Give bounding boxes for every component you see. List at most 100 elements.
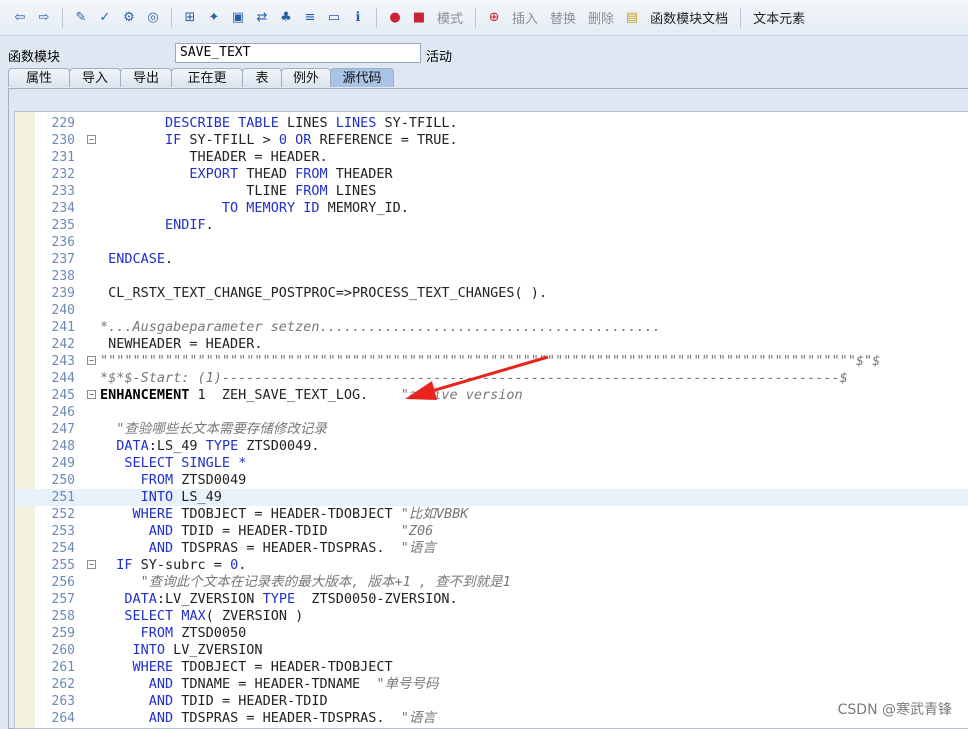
code-text: *...Ausgabeparameter setzen.............… [100,319,661,335]
fold-toggle-icon[interactable]: − [87,356,96,365]
code-text: DATA:LS_49 TYPE ZTSD0049. [116,438,320,454]
tab-tables[interactable]: 表 [242,68,282,87]
tab-changing[interactable]: 正在更改 [171,68,243,105]
replace-button[interactable]: 替换 [550,8,576,27]
code-line[interactable]: 257 DATA:LV_ZVERSION TYPE ZTSD0050-ZVERS… [15,591,968,608]
code-line[interactable]: 233 TLINE FROM LINES [15,183,968,200]
text-elements-button[interactable]: 文本元素 [753,8,805,27]
code-line[interactable]: 246 [15,404,968,421]
code-line[interactable]: 250 FROM ZTSD0049 [15,472,968,489]
tab-exceptions[interactable]: 例外 [281,68,331,87]
code-line[interactable]: 260 INTO LV_ZVERSION [15,642,968,659]
function-module-docs-button[interactable]: 函数模块文档 [650,8,728,27]
code-line[interactable]: 236 [15,234,968,251]
code-line[interactable]: 235 ENDIF. [15,217,968,234]
line-number: 262 [51,677,75,692]
code-line[interactable]: 244 *$*$-Start: (1)----------------------… [15,370,968,387]
code-line[interactable]: 253 AND TDID = HEADER-TDID "Z06 [15,523,968,540]
code-text: THEADER = HEADER. [100,149,328,165]
code-line[interactable]: 243 − """"""""""""""""""""""""""""""""""""… [15,353,968,370]
back-arrow-icon[interactable]: ⇦ [11,9,29,27]
code-editor[interactable]: 229 DESCRIBE TABLE LINES LINES SY-TFILL.… [14,111,968,729]
tree-icon[interactable]: ♣ [277,9,295,27]
code-line[interactable]: 237 ENDCASE. [15,251,968,268]
delete-button[interactable]: 删除 [588,8,614,27]
code-line[interactable]: 252 WHERE TDOBJECT = HEADER-TDOBJECT "比如… [15,506,968,523]
code-line[interactable]: 251 INTO LS_49 [15,489,968,506]
pencil-glasses-icon[interactable]: ✎ [72,9,90,27]
code-text: *$*$-Start: (1)-------------------------… [100,370,848,386]
code-line[interactable]: 234 TO MEMORY ID MEMORY_ID. [15,200,968,217]
line-number: 258 [51,609,75,624]
code-line[interactable]: 240 [15,302,968,319]
code-text: FROM ZTSD0050 [140,625,247,641]
code-line[interactable]: 254 AND TDSPRAS = HEADER-TDSPRAS. "语言 [15,540,968,557]
tab-attributes[interactable]: 属性 [8,68,70,87]
monitor-icon[interactable]: ▣ [229,9,247,27]
code-line[interactable]: 258 SELECT MAX( ZVERSION ) [15,608,968,625]
pattern-icon[interactable]: ⊕ [485,9,503,27]
code-line[interactable]: 245 − ENHANCEMENT 1 ZEH_SAVE_TEXT_LOG. "ac… [15,387,968,404]
info-icon[interactable]: ℹ [349,9,367,27]
code-line[interactable]: 232 EXPORT THEAD FROM THEADER [15,166,968,183]
code-text: "查验哪些长文本需要存储修改记录 [116,421,327,437]
function-module-header: 函数模块 SAVE_TEXT 活动 [0,40,968,66]
code-line[interactable]: 230 − IF SY-TFILL > 0 OR REFERENCE = TRUE… [15,132,968,149]
toolbar-separator [171,7,172,28]
target-icon[interactable]: ◎ [144,9,162,27]
hierarchy-icon[interactable]: ⊞ [181,9,199,27]
insert-button[interactable]: 插入 [512,8,538,27]
line-number: 239 [51,286,75,301]
code-line[interactable]: 249 SELECT SINGLE * [15,455,968,472]
line-number: 248 [51,439,75,454]
code-line[interactable]: 231 THEADER = HEADER. [15,149,968,166]
align-icon[interactable]: ≡ [301,9,319,27]
code-line[interactable]: 264 AND TDSPRAS = HEADER-TDSPRAS. "语言 [15,710,968,727]
code-line[interactable]: 262 AND TDNAME = HEADER-TDNAME "单号号码 [15,676,968,693]
fold-toggle-icon[interactable]: − [87,560,96,569]
code-line[interactable]: 241 *...Ausgabeparameter setzen..........… [15,319,968,336]
code-line[interactable]: 229 DESCRIBE TABLE LINES LINES SY-TFILL. [15,115,968,132]
function-module-field[interactable]: SAVE_TEXT [175,43,421,63]
forward-arrow-icon[interactable]: ⇨ [35,9,53,27]
code-line[interactable]: 255 − IF SY-subrc = 0. [15,557,968,574]
line-number: 256 [51,575,75,590]
code-line[interactable]: 247 "查验哪些长文本需要存储修改记录 [15,421,968,438]
transfer-icon[interactable]: ⇄ [253,9,271,27]
code-line[interactable]: 238 [15,268,968,285]
fold-toggle-icon[interactable]: − [87,135,96,144]
code-text: AND TDID = HEADER-TDID "Z06 [148,523,434,539]
code-line[interactable]: 239 CL_RSTX_TEXT_CHANGE_POSTPROC=>PROCES… [15,285,968,302]
code-text: ENDIF. [165,217,214,233]
tab-source-code[interactable]: 源代码 [330,68,394,87]
stop-icon[interactable]: ■ [410,9,428,27]
code-line[interactable]: 263 AND TDID = HEADER-TDID [15,693,968,710]
code-text: INTO LS_49 [140,489,222,505]
line-number: 241 [51,320,75,335]
code-line[interactable]: 256 "查询此个文本在记录表的最大版本, 版本+1 , 查不到就是1 [15,574,968,591]
tab-import[interactable]: 导入 [69,68,121,87]
check-icon[interactable]: ✓ [96,9,114,27]
code-line[interactable]: 248 DATA:LS_49 TYPE ZTSD0049. [15,438,968,455]
mode-button[interactable]: 模式 [437,8,463,27]
tab-strip: 属性 导入 导出 正在更改 表 例外 源代码 [8,68,394,105]
activate-icon[interactable]: ⚙ [120,9,138,27]
debug-icon[interactable]: ● [386,9,404,27]
code-text: INTO LV_ZVERSION [132,642,263,658]
wand-icon[interactable]: ✦ [205,9,223,27]
code-line[interactable]: 261 WHERE TDOBJECT = HEADER-TDOBJECT [15,659,968,676]
line-number: 260 [51,643,75,658]
tab-export[interactable]: 导出 [120,68,172,87]
code-text: SELECT SINGLE * [124,455,247,471]
line-number: 240 [51,303,75,318]
line-number: 263 [51,694,75,709]
line-number: 261 [51,660,75,675]
line-number: 264 [51,711,75,726]
line-number: 232 [51,167,75,182]
code-line[interactable]: 259 FROM ZTSD0050 [15,625,968,642]
fold-toggle-icon[interactable]: − [87,390,96,399]
frame-icon[interactable]: ▭ [325,9,343,27]
code-text: DESCRIBE TABLE LINES LINES SY-TFILL. [165,115,458,131]
code-text: IF SY-subrc = 0. [116,557,247,573]
code-line[interactable]: 242 NEWHEADER = HEADER. [15,336,968,353]
